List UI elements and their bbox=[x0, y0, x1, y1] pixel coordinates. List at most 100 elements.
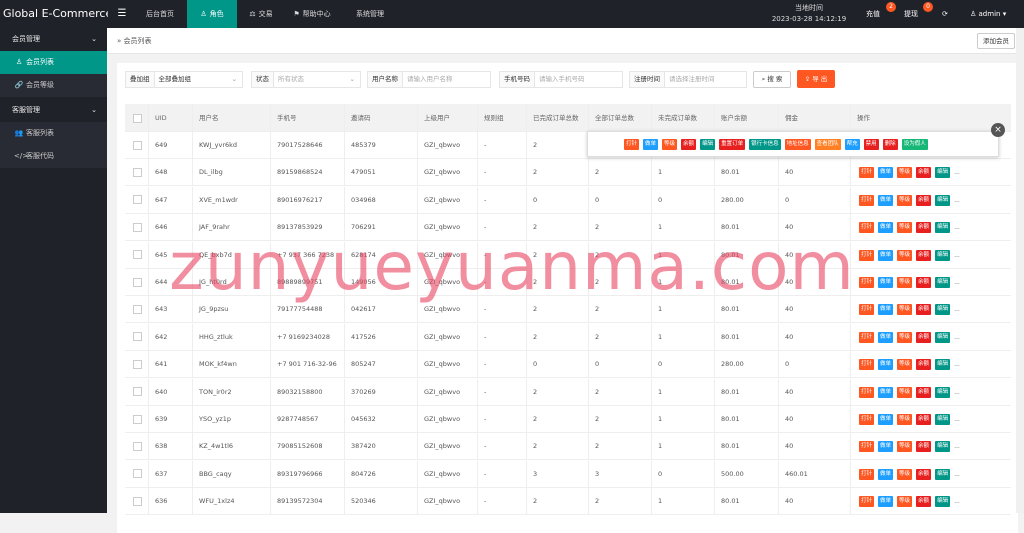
row-action-button[interactable]: 编辑 bbox=[935, 414, 951, 425]
row-action-button[interactable]: 编辑 bbox=[935, 441, 951, 453]
regtime-input[interactable]: 请选择注册时间 bbox=[665, 72, 746, 87]
popover-action-button[interactable]: 编辑 bbox=[700, 139, 716, 150]
row-checkbox[interactable] bbox=[133, 140, 142, 150]
row-checkbox[interactable] bbox=[133, 441, 142, 451]
row-checkbox[interactable] bbox=[133, 195, 142, 205]
row-action-button[interactable]: 打针 bbox=[859, 386, 875, 398]
row-action-button[interactable]: 做单 bbox=[878, 167, 894, 179]
row-action-button[interactable]: 做单 bbox=[878, 331, 894, 343]
row-action-button[interactable]: 等级 bbox=[897, 359, 913, 371]
row-action-button[interactable]: 等级 bbox=[897, 304, 913, 316]
overlay-select[interactable]: 全部叠加组 ⌄ bbox=[155, 72, 243, 87]
overlay-filter[interactable]: 叠加组 全部叠加组 ⌄ bbox=[125, 71, 243, 88]
row-action-button[interactable]: 做单 bbox=[878, 441, 894, 453]
more-actions-icon[interactable]: ... bbox=[954, 361, 960, 368]
row-checkbox[interactable] bbox=[133, 332, 142, 342]
row-checkbox[interactable] bbox=[133, 496, 142, 506]
row-action-button[interactable]: 打针 bbox=[859, 441, 875, 453]
popover-action-button[interactable]: 地址信息 bbox=[784, 139, 811, 150]
row-action-button[interactable]: 等级 bbox=[897, 331, 913, 343]
row-action-button[interactable]: 编辑 bbox=[935, 167, 951, 179]
phone-filter[interactable]: 手机号码 请输入手机号码 bbox=[499, 71, 623, 88]
more-actions-icon[interactable]: ... bbox=[954, 169, 960, 176]
row-action-button[interactable]: 打针 bbox=[859, 331, 875, 343]
username-filter[interactable]: 用户名称 请输入用户名称 bbox=[367, 71, 491, 88]
row-action-button[interactable]: 打针 bbox=[859, 304, 875, 316]
close-icon[interactable]: × bbox=[991, 123, 1005, 137]
row-action-button[interactable]: 余额 bbox=[916, 331, 932, 343]
phone-input[interactable]: 请输入手机号码 bbox=[535, 72, 622, 87]
popover-action-button[interactable]: 删除 bbox=[882, 139, 898, 150]
sidebar-group[interactable]: 客服管理 ⌄ bbox=[0, 99, 107, 122]
row-checkbox[interactable] bbox=[133, 359, 142, 369]
row-action-button[interactable]: 编辑 bbox=[935, 468, 951, 480]
sidebar-item[interactable]: 👥 客服列表 bbox=[0, 122, 107, 145]
select-all-checkbox[interactable] bbox=[133, 113, 142, 123]
menu-toggle-icon[interactable]: ☰ bbox=[110, 0, 134, 28]
status-filter[interactable]: 状态 所有状态 ⌄ bbox=[251, 71, 361, 88]
username-input[interactable]: 请输入用户名称 bbox=[403, 72, 490, 87]
row-action-button[interactable]: 等级 bbox=[897, 194, 913, 206]
row-checkbox[interactable] bbox=[133, 304, 142, 314]
popover-action-button[interactable]: 设为假人 bbox=[901, 139, 928, 150]
row-action-button[interactable]: 编辑 bbox=[935, 331, 951, 343]
popover-action-button[interactable]: 余额 bbox=[681, 139, 697, 150]
row-checkbox[interactable] bbox=[133, 167, 142, 177]
row-action-button[interactable]: 余额 bbox=[916, 359, 932, 371]
topnav-help[interactable]: ⚑ 帮助中心 bbox=[284, 0, 340, 28]
row-action-button[interactable]: 余额 bbox=[916, 496, 932, 508]
popover-action-button[interactable]: 重置订单 bbox=[719, 139, 746, 150]
more-actions-icon[interactable]: ... bbox=[954, 498, 960, 505]
refresh-icon[interactable]: ⟳ bbox=[942, 0, 948, 28]
row-action-button[interactable]: 编辑 bbox=[935, 496, 951, 508]
row-action-button[interactable]: 等级 bbox=[897, 441, 913, 453]
row-action-button[interactable]: 余额 bbox=[916, 386, 932, 398]
row-action-button[interactable]: 打针 bbox=[859, 496, 875, 508]
row-action-button[interactable]: 余额 bbox=[916, 441, 932, 453]
row-action-button[interactable]: 打针 bbox=[859, 194, 875, 206]
sidebar-item[interactable]: 🔗 会员等级 bbox=[0, 74, 107, 97]
user-menu[interactable]: ♙ admin ▾ bbox=[970, 0, 1006, 28]
more-actions-icon[interactable]: ... bbox=[954, 471, 960, 478]
row-checkbox[interactable] bbox=[133, 387, 142, 397]
row-checkbox[interactable] bbox=[133, 469, 142, 479]
topnav-trade[interactable]: ⚖ 交易 bbox=[240, 0, 282, 28]
row-action-button[interactable]: 打针 bbox=[859, 468, 875, 480]
popover-action-button[interactable]: 查看团队 bbox=[814, 139, 841, 150]
row-action-button[interactable]: 余额 bbox=[916, 167, 932, 179]
regtime-filter[interactable]: 注册时间 请选择注册时间 bbox=[629, 71, 747, 88]
row-action-button[interactable]: 做单 bbox=[878, 359, 894, 371]
row-action-button[interactable]: 等级 bbox=[897, 414, 913, 425]
withdraw-link[interactable]: 提现 bbox=[904, 0, 918, 28]
popover-action-button[interactable]: 做单 bbox=[643, 139, 659, 150]
row-action-button[interactable]: 编辑 bbox=[935, 194, 951, 206]
more-actions-icon[interactable]: ... bbox=[954, 197, 960, 204]
row-action-button[interactable]: 编辑 bbox=[935, 386, 951, 398]
row-action-button[interactable]: 编辑 bbox=[935, 359, 951, 371]
row-checkbox[interactable] bbox=[133, 414, 142, 424]
status-select[interactable]: 所有状态 ⌄ bbox=[274, 72, 360, 87]
topnav-system[interactable]: 系统管理 bbox=[342, 0, 398, 28]
more-actions-icon[interactable]: ... bbox=[954, 334, 960, 341]
row-action-button[interactable]: 等级 bbox=[897, 496, 913, 508]
row-action-button[interactable]: 余额 bbox=[916, 414, 932, 425]
popover-action-button[interactable]: 打针 bbox=[624, 139, 640, 150]
topnav-home[interactable]: 后台首页 bbox=[134, 0, 186, 28]
sidebar-item[interactable]: ♙ 会员列表 bbox=[0, 51, 107, 74]
add-member-button[interactable]: 添加会员 bbox=[977, 33, 1015, 49]
popover-action-button[interactable]: 银行卡信息 bbox=[749, 139, 781, 150]
row-action-button[interactable]: 打针 bbox=[859, 167, 875, 179]
row-action-button[interactable]: 等级 bbox=[897, 386, 913, 398]
sidebar-group[interactable]: 会员管理 ⌄ bbox=[0, 28, 107, 51]
row-action-button[interactable]: 余额 bbox=[916, 194, 932, 206]
scrollbar[interactable] bbox=[1016, 28, 1024, 513]
popover-action-button[interactable]: 禁用 bbox=[863, 139, 879, 150]
row-action-button[interactable]: 余额 bbox=[916, 468, 932, 480]
more-actions-icon[interactable]: ... bbox=[954, 416, 960, 423]
row-action-button[interactable]: 打针 bbox=[859, 359, 875, 371]
row-action-button[interactable]: 打针 bbox=[859, 414, 875, 425]
row-action-button[interactable]: 余额 bbox=[916, 304, 932, 316]
row-action-button[interactable]: 做单 bbox=[878, 304, 894, 316]
export-button[interactable]: ⇪ 导 出 bbox=[797, 70, 835, 88]
row-action-button[interactable]: 做单 bbox=[878, 386, 894, 398]
